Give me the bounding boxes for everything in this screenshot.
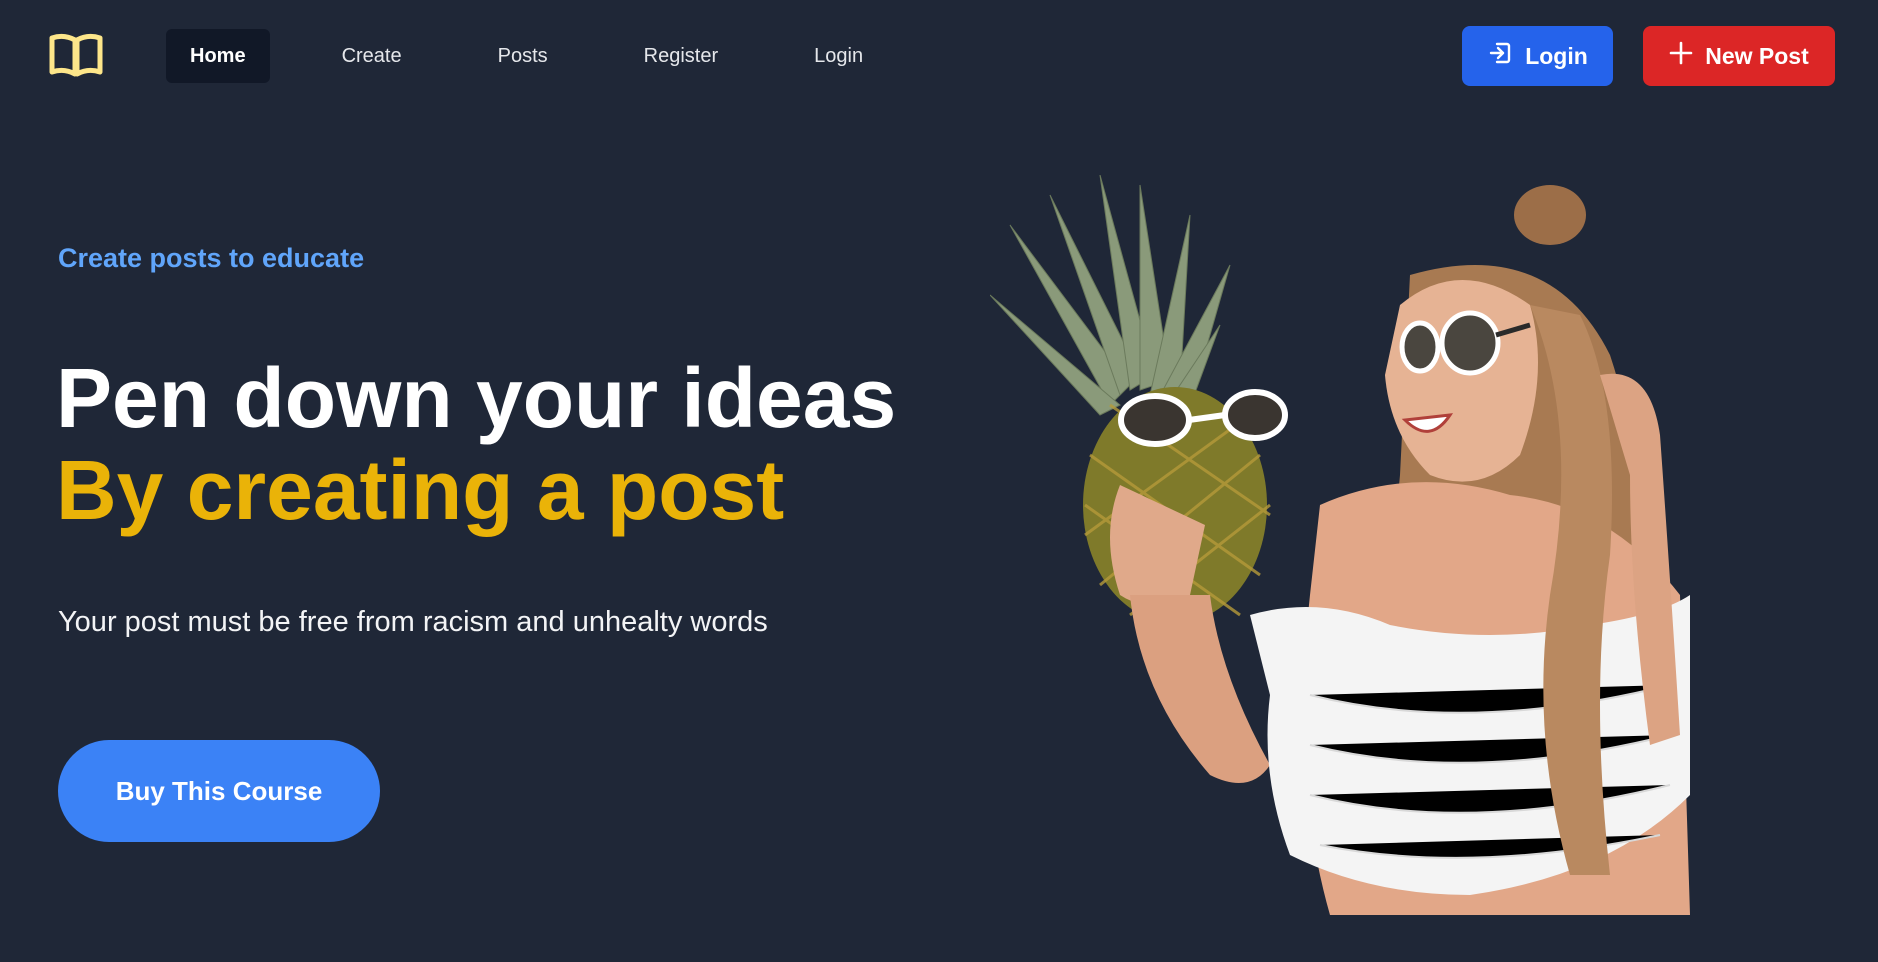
hero-photo	[989, 174, 1730, 935]
new-post-button-label: New Post	[1705, 42, 1809, 69]
buy-course-button[interactable]: Buy This Course	[58, 740, 380, 842]
hero-eyebrow: Create posts to educate	[58, 243, 365, 273]
login-button[interactable]: Login	[1462, 26, 1613, 86]
headline-line-2: By creating a post	[56, 443, 785, 537]
page: Home Create Posts Register Login Login N…	[0, 0, 1878, 962]
plus-icon	[1669, 41, 1693, 71]
pineapple-leaves	[989, 174, 1231, 421]
login-button-label: Login	[1525, 42, 1588, 69]
nav-link-login[interactable]: Login	[790, 29, 887, 83]
new-post-button[interactable]: New Post	[1643, 26, 1835, 86]
nav-link-posts[interactable]: Posts	[474, 29, 572, 83]
hero-subtitle: Your post must be free from racism and u…	[58, 606, 768, 638]
top-navbar: Home Create Posts Register Login Login N…	[0, 0, 1878, 115]
headline-line-1: Pen down your ideas	[56, 351, 897, 445]
hero-headline: Pen down your ideas By creating a post	[56, 352, 896, 536]
book-open-icon[interactable]	[48, 32, 104, 78]
login-icon	[1487, 40, 1513, 72]
nav-link-create[interactable]: Create	[318, 29, 426, 83]
nav-link-home[interactable]: Home	[166, 29, 270, 83]
nav-links: Home Create Posts Register Login	[166, 29, 935, 83]
nav-link-register[interactable]: Register	[620, 29, 742, 83]
